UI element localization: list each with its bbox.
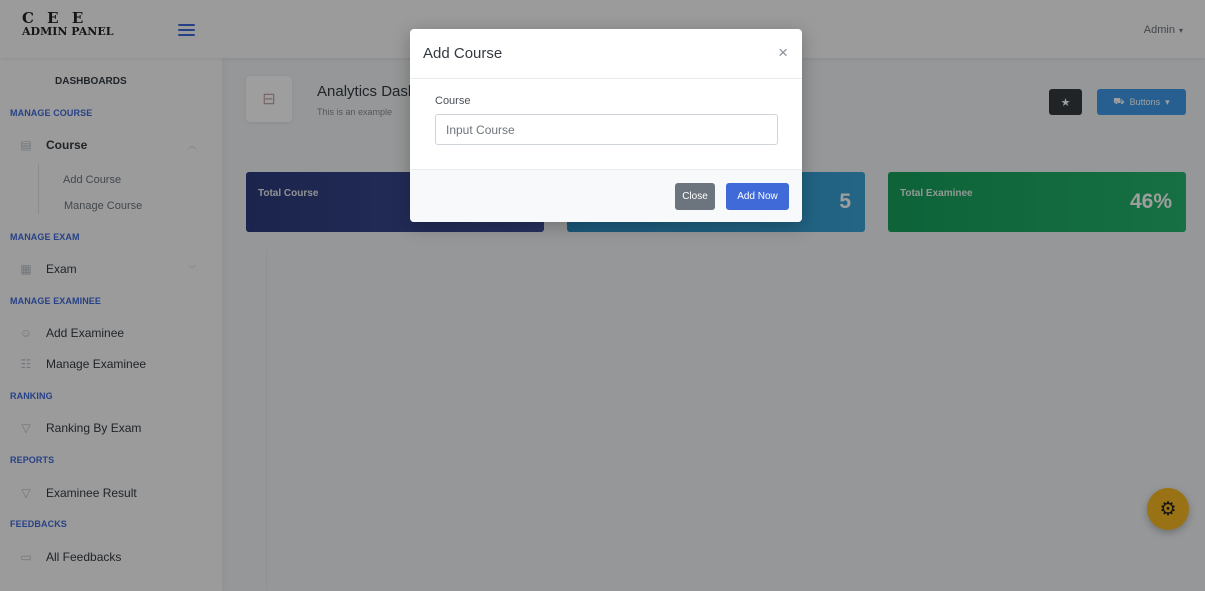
add-now-button[interactable]: Add Now: [726, 183, 789, 210]
modal-footer: Close Add Now: [410, 169, 802, 222]
add-course-modal: Add Course × Course Close Add Now: [410, 29, 802, 222]
close-button[interactable]: Close: [675, 183, 715, 210]
modal-header: Add Course ×: [410, 29, 802, 79]
modal-body: Course: [410, 79, 802, 169]
course-label: Course: [435, 95, 471, 107]
course-input[interactable]: [435, 114, 778, 145]
modal-title: Add Course: [423, 45, 503, 62]
close-icon[interactable]: ×: [778, 43, 788, 63]
